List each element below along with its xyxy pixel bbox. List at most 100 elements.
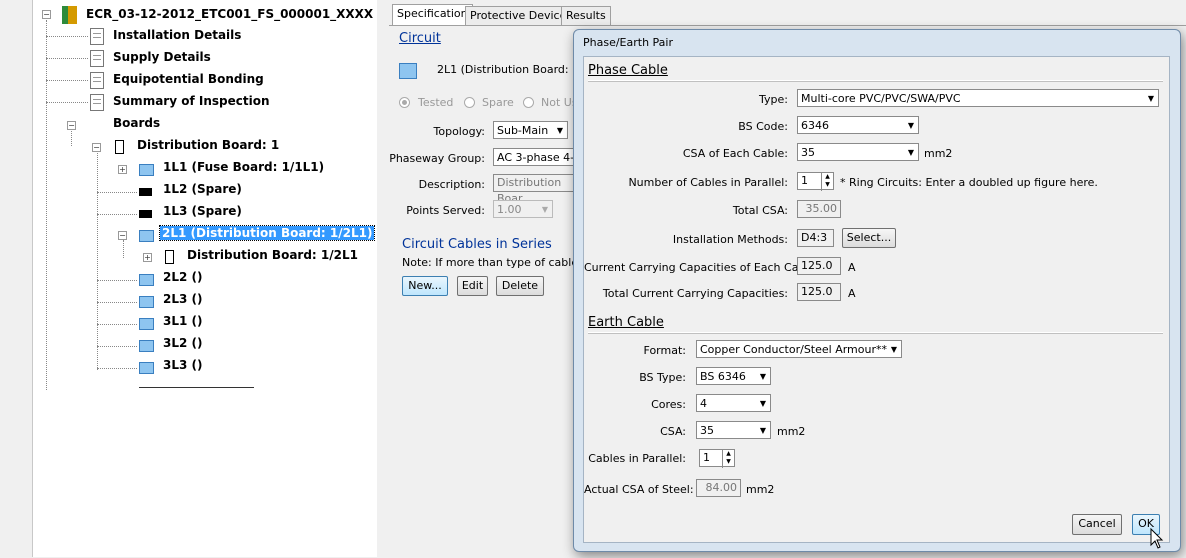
format-select[interactable]: Copper Conductor/Steel Armour** ▼	[696, 340, 902, 358]
bs-type-select[interactable]: BS 6346 ▼	[696, 367, 771, 385]
tree-line	[46, 58, 88, 59]
tree-item-1l3[interactable]: 1L3 (Spare)	[163, 204, 242, 218]
splitter[interactable]	[377, 0, 388, 557]
cursor-icon	[1150, 528, 1164, 549]
circuit-icon	[139, 274, 154, 286]
bs-type-label: BS Type:	[639, 371, 686, 384]
stepper-arrows-icon[interactable]: ▲ ▼	[722, 450, 734, 468]
tree-line	[97, 192, 137, 193]
bs-code-select[interactable]: 6346 ▼	[797, 116, 919, 134]
tree-line	[97, 150, 98, 370]
edit-button[interactable]: Edit	[457, 276, 488, 296]
cores-select[interactable]: 4 ▼	[696, 394, 771, 412]
tab-specification[interactable]: Specification	[392, 4, 473, 26]
tree-root-label[interactable]: ECR_03-12-2012_ETC001_FS_000001_XXXX	[86, 7, 373, 21]
distribution-board-circuit-icon	[139, 230, 154, 242]
phase-earth-dialog: Phase/Earth Pair Phase Cable Type: Multi…	[573, 29, 1181, 552]
earth-parallel-stepper[interactable]: 1 ▲ ▼	[699, 449, 735, 468]
total-csa-field: 35.00	[797, 200, 841, 218]
earth-csa-select[interactable]: 35 ▼	[696, 421, 771, 439]
tree-item-2l1-selected[interactable]: 2L1 (Distribution Board: 1/2L1)	[158, 225, 376, 241]
not-used-radio[interactable]	[523, 97, 534, 108]
csa-each-value: 35	[801, 146, 815, 159]
chevron-down-icon: ▼	[890, 345, 897, 354]
type-select[interactable]: Multi-core PVC/PVC/SWA/PVC ▼	[797, 89, 1159, 107]
tree-item-3l1[interactable]: 3L1 ()	[163, 314, 203, 328]
chevron-down-icon: ▼	[556, 126, 563, 135]
points-served-select[interactable]: 1.00 ▼	[493, 200, 553, 218]
dialog-title: Phase/Earth Pair	[583, 36, 674, 49]
tab-results[interactable]: Results	[561, 6, 611, 25]
circuit-icon	[139, 340, 154, 352]
bs-code-value: 6346	[801, 119, 829, 132]
spare-radio[interactable]	[464, 97, 475, 108]
tree-item-1l1[interactable]: 1L1 (Fuse Board: 1/1L1)	[163, 160, 324, 174]
earth-csa-value: 35	[700, 424, 714, 437]
tree-line	[46, 102, 88, 103]
tree-item-supply-details[interactable]: Supply Details	[113, 50, 211, 64]
tree-underline	[139, 387, 254, 388]
description-field[interactable]: Distribution Boar	[493, 174, 583, 205]
tree-item-distribution-board-1[interactable]: Distribution Board: 1	[137, 138, 279, 152]
tree-item-distribution-board-1-2l1[interactable]: Distribution Board: 1/2L1	[187, 248, 358, 262]
phaseway-label: Phaseway Group:	[389, 152, 485, 165]
points-served-label: Points Served:	[406, 204, 485, 217]
parallel-label: Number of Cables in Parallel:	[628, 176, 788, 189]
tree-panel[interactable]: − ECR_03-12-2012_ETC001_FS_000001_XXXX I…	[32, 0, 378, 557]
new-button[interactable]: New...	[402, 276, 448, 296]
select-button[interactable]: Select...	[842, 228, 896, 248]
spare-label: Spare	[482, 96, 514, 109]
tree-item-summary-of-inspection[interactable]: Summary of Inspection	[113, 94, 269, 108]
tree-item-installation-details[interactable]: Installation Details	[113, 28, 241, 42]
chevron-down-icon: ▼	[907, 148, 914, 157]
format-label: Format:	[643, 344, 686, 357]
tree-item-2l3[interactable]: 2L3 ()	[163, 292, 203, 306]
cables-heading: Circuit Cables in Series	[402, 237, 552, 252]
tree-item-3l3[interactable]: 3L3 ()	[163, 358, 203, 372]
tree-line	[97, 346, 137, 347]
tree-item-3l2[interactable]: 3L2 ()	[163, 336, 203, 350]
tested-radio[interactable]	[399, 97, 410, 108]
ccc-total-field: 125.0	[797, 283, 841, 301]
tree-item-1l2[interactable]: 1L2 (Spare)	[163, 182, 242, 196]
tested-label: Tested	[418, 96, 454, 109]
expand-icon[interactable]: +	[118, 165, 127, 174]
earth-csa-unit: mm2	[777, 425, 806, 438]
type-value: Multi-core PVC/PVC/SWA/PVC	[801, 92, 961, 105]
installation-methods-field: D4:3	[797, 229, 834, 247]
csa-each-select[interactable]: 35 ▼	[797, 143, 919, 161]
collapse-icon[interactable]: −	[92, 143, 101, 152]
steel-csa-field: 84.00	[696, 479, 741, 497]
ccc-total-unit: A	[848, 287, 856, 300]
tree-item-2l2[interactable]: 2L2 ()	[163, 270, 203, 284]
steel-csa-unit: mm2	[746, 483, 775, 496]
collapse-icon[interactable]: −	[118, 231, 127, 240]
chevron-down-icon: ▼	[1147, 94, 1154, 103]
phase-cable-heading: Phase Cable	[588, 63, 668, 78]
earth-parallel-value: 1	[703, 451, 710, 464]
type-label: Type:	[759, 93, 788, 106]
spare-icon	[139, 210, 152, 218]
format-value: Copper Conductor/Steel Armour**	[700, 343, 887, 356]
tab-protective-device[interactable]: Protective Device	[465, 6, 572, 25]
topology-select[interactable]: Sub-Main ▼	[493, 121, 568, 139]
tree-item-boards[interactable]: Boards	[113, 116, 160, 130]
delete-button[interactable]: Delete	[496, 276, 544, 296]
parallel-stepper[interactable]: 1 ▲ ▼	[797, 172, 834, 191]
cancel-button[interactable]: Cancel	[1072, 514, 1122, 535]
collapse-icon[interactable]: −	[67, 121, 76, 130]
phaseway-select[interactable]: AC 3-phase 4-wi	[493, 148, 583, 166]
steel-csa-label: Actual CSA of Steel:	[584, 483, 694, 496]
stepper-arrows-icon[interactable]: ▲ ▼	[821, 173, 833, 191]
dialog-body: Phase Cable Type: Multi-core PVC/PVC/SWA…	[583, 56, 1170, 543]
circuit-icon	[139, 296, 154, 308]
topology-value: Sub-Main	[497, 124, 549, 137]
divider	[588, 332, 1163, 334]
expand-icon[interactable]: +	[143, 253, 152, 262]
chevron-down-icon: ▼	[759, 372, 766, 381]
tree-item-equipotential-bonding[interactable]: Equipotential Bonding	[113, 72, 264, 86]
collapse-icon[interactable]: −	[42, 10, 51, 19]
earth-parallel-label: Cables in Parallel:	[588, 452, 686, 465]
tree-line	[97, 214, 137, 215]
chevron-down-icon: ▼	[759, 399, 766, 408]
